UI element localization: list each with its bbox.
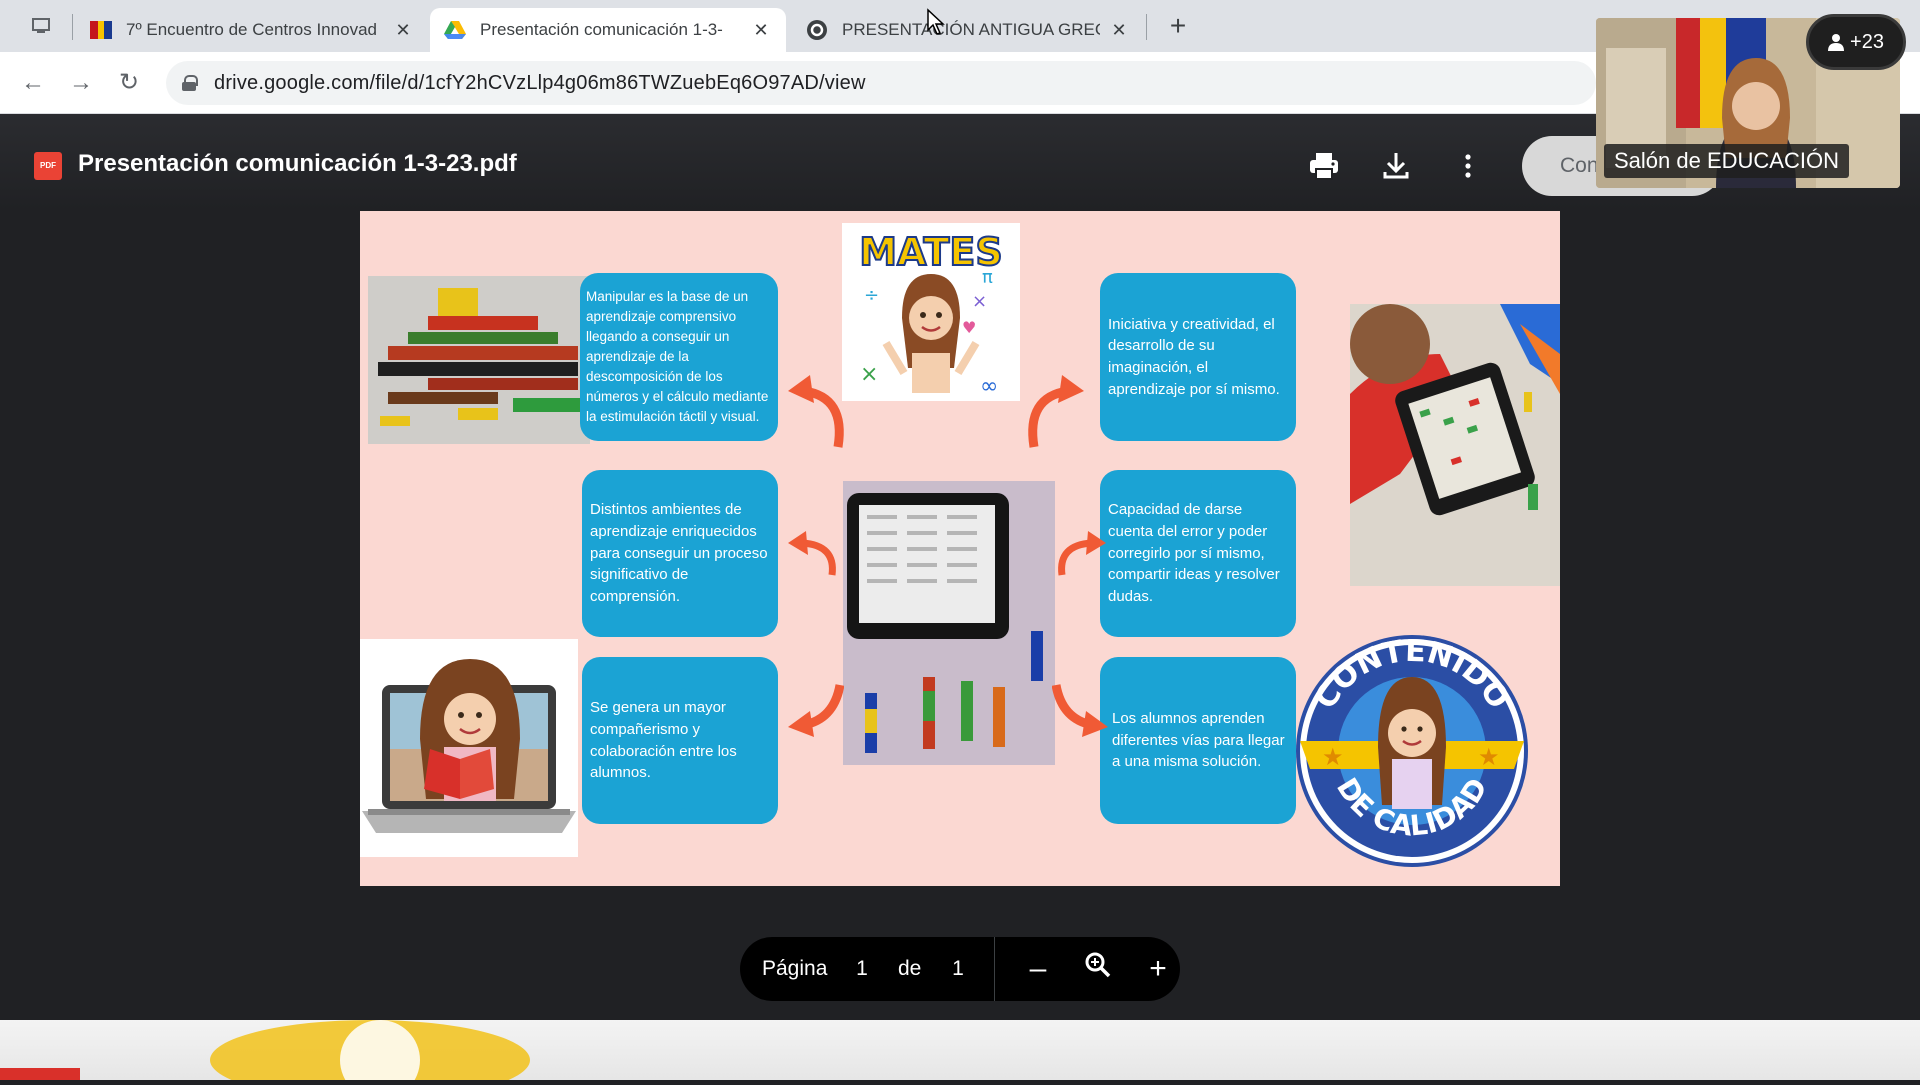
back-arrow-icon[interactable]: ← <box>16 66 50 100</box>
zoom-out-button[interactable]: – <box>1020 951 1056 987</box>
url-text: drive.google.com/file/d/1cfY2hCVzLlp4g06… <box>214 71 866 94</box>
card-ambientes: Distintos ambientes de aprendizaje enriq… <box>582 470 778 637</box>
tab-search-icon[interactable] <box>24 12 58 40</box>
arrow-icon <box>788 684 844 737</box>
tab-close-icon[interactable]: ✕ <box>750 20 772 41</box>
participants-count: +23 <box>1850 30 1884 53</box>
child-tablet-photo <box>1350 304 1560 586</box>
reload-icon[interactable]: ↻ <box>112 66 146 100</box>
mates-bitmoji-image: MATES ÷ × × ∞ π ♥ <box>842 223 1020 401</box>
page-label: Página <box>762 957 828 980</box>
pager-divider <box>994 937 995 1001</box>
of-label: de <box>898 957 922 980</box>
tablet-rods-photo <box>843 481 1055 765</box>
arrow-icon <box>788 375 844 448</box>
zoom-in-button[interactable]: + <box>1140 951 1176 987</box>
address-bar[interactable]: drive.google.com/file/d/1cfY2hCVzLlp4g06… <box>166 61 1596 105</box>
document-title: Presentación comunicación 1-3-23.pdf <box>78 150 517 177</box>
more-vert-icon[interactable] <box>1450 148 1486 184</box>
arrow-icon <box>1058 531 1106 576</box>
tab-title: 7º Encuentro de Centros Innovad <box>126 20 377 39</box>
card-text: Los alumnos aprenden diferentes vías par… <box>1112 709 1285 771</box>
contenido-calidad-badge: CONTENIDO DE CALIDAD ★ ★ <box>1292 631 1532 871</box>
site-favicon-icon <box>90 19 112 41</box>
google-drive-icon <box>444 19 466 41</box>
tab-close-icon[interactable]: ✕ <box>392 20 414 41</box>
card-text: Se genera un mayor compañerismo y colabo… <box>590 699 737 782</box>
person-icon <box>1828 34 1845 51</box>
tab-close-icon[interactable]: ✕ <box>1108 20 1130 41</box>
mouse-cursor-icon <box>927 8 945 35</box>
card-text: Manipular es la base de un aprendizaje c… <box>586 289 769 424</box>
svg-text:∞: ∞ <box>980 374 998 399</box>
new-tab-button[interactable]: + <box>1160 10 1196 42</box>
google-slides-icon <box>806 19 828 41</box>
participant-name: Salón de EDUCACIÓN <box>1604 144 1849 178</box>
bottom-video-strip <box>0 1020 1920 1085</box>
card-text: Capacidad de darse cuenta del error y po… <box>1108 501 1280 606</box>
total-pages: 1 <box>938 951 978 987</box>
svg-text:★: ★ <box>1478 743 1500 771</box>
arrow-icon <box>1052 684 1108 737</box>
svg-text:÷: ÷ <box>864 285 879 306</box>
forward-arrow-icon[interactable]: → <box>64 66 98 100</box>
page-controls: Página 1 de 1 – + <box>740 937 1180 1001</box>
card-text: Iniciativa y creatividad, el desarrollo … <box>1108 315 1280 398</box>
card-error: Capacidad de darse cuenta del error y po… <box>1100 470 1296 637</box>
print-icon[interactable] <box>1306 148 1342 184</box>
card-iniciativa: Iniciativa y creatividad, el desarrollo … <box>1100 273 1296 441</box>
current-page-input[interactable]: 1 <box>842 951 882 987</box>
lock-icon <box>182 75 198 91</box>
arrow-icon <box>788 531 836 576</box>
svg-text:×: × <box>972 291 987 312</box>
pdf-file-icon: PDF <box>34 152 62 180</box>
pdf-page: MATES ÷ × × ∞ π ♥ CONTENIDO DE CALIDAD ★… <box>360 211 1560 886</box>
participants-button[interactable]: +23 <box>1806 14 1906 70</box>
tab-encuentro[interactable]: 7º Encuentro de Centros Innovad ✕ <box>76 8 428 52</box>
tab-separator <box>1146 14 1147 40</box>
arrow-icon <box>1028 375 1084 448</box>
laptop-bitmoji-image <box>360 639 578 857</box>
svg-text:♥: ♥ <box>962 318 976 337</box>
tab-title: Presentación comunicación 1-3- <box>480 20 723 39</box>
card-vias: Los alumnos aprenden diferentes vías par… <box>1100 657 1296 824</box>
card-companerismo: Se genera un mayor compañerismo y colabo… <box>582 657 778 824</box>
svg-text:×: × <box>860 362 878 387</box>
cuisenaire-rods-photo <box>368 276 590 444</box>
svg-text:★: ★ <box>1322 743 1344 771</box>
svg-text:π: π <box>982 267 993 288</box>
tab-antigua-grecia[interactable]: PRESENTACIÓN ANTIGUA GRECIA ✕ <box>792 8 1144 52</box>
download-icon[interactable] <box>1378 148 1414 184</box>
tab-separator <box>72 14 73 40</box>
tab-presentacion[interactable]: Presentación comunicación 1-3- ✕ <box>430 8 786 52</box>
card-manipular: Manipular es la base de un aprendizaje c… <box>580 273 778 441</box>
tab-title: PRESENTACIÓN ANTIGUA GRECIA <box>842 20 1100 39</box>
zoom-icon <box>1080 951 1116 987</box>
card-text: Distintos ambientes de aprendizaje enriq… <box>590 501 768 606</box>
